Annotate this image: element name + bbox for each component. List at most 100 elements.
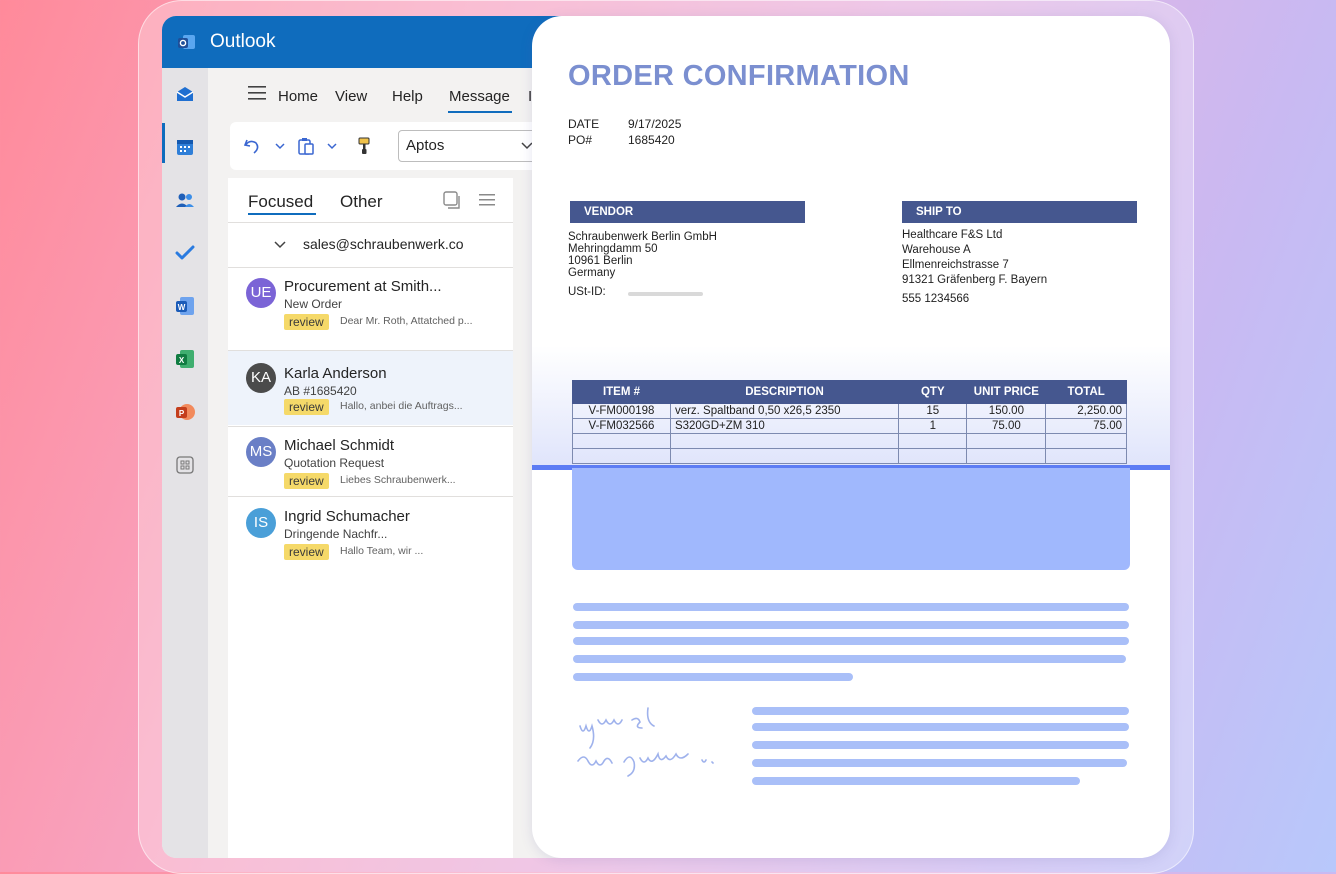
hamburger-icon[interactable] [248,86,266,100]
word-icon[interactable]: W [174,295,196,317]
svg-text:W: W [178,303,186,312]
tab-focused[interactable]: Focused [248,192,313,212]
vendor-line: Germany [568,267,616,279]
divider [228,222,513,223]
cell-total: 2,250.00 [1045,403,1127,419]
cell-description: S320GD+ZM 310 [669,418,900,434]
format-painter-icon[interactable] [354,136,374,156]
vendor-line: Schraubenwerk Berlin GmbH [568,231,717,243]
account-folder[interactable]: sales@schraubenwerk.co [303,236,464,252]
table-row [572,433,1127,449]
list-item[interactable]: IS Ingrid Schumacher Dringende Nachfr...… [228,498,513,568]
placeholder-text-line [752,723,1129,731]
list-item[interactable]: MS Michael Schmidt Quotation Request rev… [228,427,513,497]
mail-preview: Hallo Team, wir ... [340,545,424,557]
chevron-down-icon[interactable] [322,136,342,156]
svg-text:P: P [179,409,185,418]
po-value: 1685420 [628,133,675,147]
col-header-description: DESCRIPTION [669,380,900,404]
mail-subject: AB #1685420 [284,384,357,398]
mail-sender: Ingrid Schumacher [284,508,410,525]
tab-other[interactable]: Other [340,192,383,212]
excel-icon[interactable]: X [174,348,196,370]
svg-text:X: X [179,356,185,365]
mail-preview: Liebes Schraubenwerk... [340,474,456,486]
placeholder-text-line [573,603,1129,611]
avatar: IS [246,508,276,538]
placeholder-text-line [573,621,1129,629]
order-confirmation-document: ORDER CONFIRMATION DATE 9/17/2025 PO# 16… [532,16,1170,858]
redacted-block [572,468,1130,570]
menu-message[interactable]: Message [449,88,510,105]
chevron-down-icon[interactable] [270,136,290,156]
cell-unit-price: 150.00 [966,403,1047,419]
outlook-logo-icon [178,35,195,49]
mail-preview: Hallo, anbei die Auftrags... [340,400,463,412]
ust-label: USt-ID: [568,286,606,298]
date-value: 9/17/2025 [628,117,682,131]
menu-view[interactable]: View [335,88,367,105]
col-header-unit-price: UNIT PRICE [966,380,1047,404]
font-value: Aptos [406,137,445,154]
tab-active-underline [248,213,316,215]
category-tag: review [284,399,329,415]
vendor-line: Mehringdamm 50 [568,243,658,255]
category-tag: review [284,473,329,489]
shipto-header: SHIP TO [902,201,1137,223]
category-tag: review [284,544,329,560]
po-label: PO# [568,133,593,147]
table-row [572,448,1127,464]
mail-sender: Procurement at Smith... [284,278,442,295]
placeholder-text-line [752,707,1129,715]
col-header-total: TOTAL [1045,380,1127,404]
shipto-phone: 555 1234566 [902,293,970,305]
handwritten-signature [577,707,714,777]
vendor-line: 10961 Berlin [568,255,633,267]
menu-active-underline [448,111,512,113]
avatar: MS [246,437,276,467]
avatar: KA [246,363,276,393]
select-mode-icon[interactable] [442,190,462,210]
table-row: V-FM032566 S320GD+ZM 310 1 75.00 75.00 [572,418,1127,434]
mail-subject: New Order [284,297,343,311]
message-list: Focused Other sales@schraubenwerk.co UE … [228,178,513,858]
cell-total: 75.00 [1045,418,1127,434]
cell-item: V-FM000198 [572,403,671,419]
divider [228,496,513,497]
avatar: UE [246,278,276,308]
mail-subject: Dringende Nachfr... [284,527,388,541]
placeholder-text-line [573,655,1126,663]
list-item[interactable]: KA Karla Anderson AB #1685420 review Hal… [228,351,513,425]
list-item[interactable]: UE Procurement at Smith... New Order rev… [228,268,513,338]
powerpoint-icon[interactable]: P [174,401,196,423]
placeholder-text-line [752,759,1127,767]
shipto-line: Ellmenreichstrasse 7 [902,259,1009,271]
cell-qty: 15 [898,403,968,419]
line-items-table: ITEM # DESCRIPTION QTY UNIT PRICE TOTAL … [572,380,1127,464]
mail-icon[interactable] [174,83,196,105]
menu-home[interactable]: Home [278,88,318,105]
people-icon[interactable] [174,189,196,211]
table-row: V-FM000198 verz. Spaltband 0,50 x26,5 23… [572,403,1127,419]
shipto-line: Healthcare F&S Ltd [902,229,1003,241]
font-select[interactable]: Aptos [398,130,540,162]
mail-preview: Dear Mr. Roth, Attatched p... [340,315,473,327]
undo-icon[interactable] [242,136,262,156]
ust-redacted-value [628,292,703,296]
shipto-line: 91321 Gräfenberg F. Bayern [902,274,1048,286]
cell-description: verz. Spaltband 0,50 x26,5 2350 [669,403,900,419]
date-label: DATE [568,117,600,131]
rail-active-indicator [162,123,165,163]
category-tag: review [284,314,329,330]
filter-icon[interactable] [477,190,497,210]
calendar-icon[interactable] [174,136,196,158]
paste-icon[interactable] [296,136,316,156]
apps-icon[interactable] [174,454,196,476]
cell-unit-price: 75.00 [966,418,1047,434]
menu-help[interactable]: Help [392,88,423,105]
col-header-qty: QTY [898,380,968,404]
cell-item: V-FM032566 [572,418,671,434]
todo-icon[interactable] [174,242,196,264]
chevron-down-icon[interactable] [274,241,286,249]
placeholder-text-line [752,741,1129,749]
